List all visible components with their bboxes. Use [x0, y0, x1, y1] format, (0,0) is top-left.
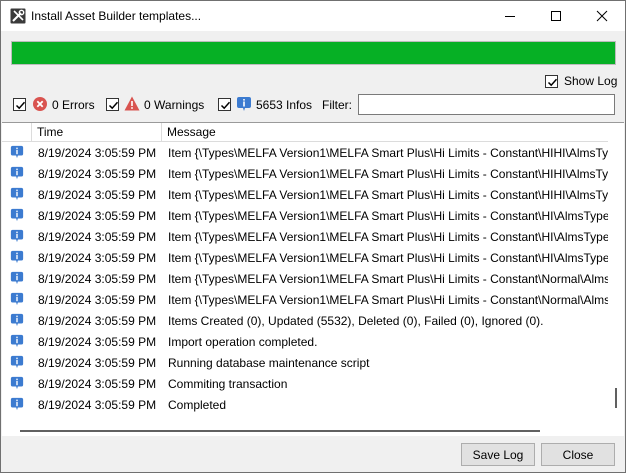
info-icon [10, 145, 24, 159]
log-row[interactable]: 8/19/2024 3:05:59 PM Item {\Types\MELFA V… [2, 226, 608, 247]
info-icon [10, 187, 24, 201]
log-row[interactable]: 8/19/2024 3:05:59 PM Item {\Types\MELFA V… [2, 247, 608, 268]
log-grid[interactable]: Time Message 8/19/2024 3:05:59 PM Item {\… [2, 122, 624, 436]
info-icon [10, 355, 24, 369]
log-time: 8/19/2024 3:05:59 PM [38, 167, 157, 181]
filter-input[interactable] [358, 94, 615, 115]
close-window-button[interactable] [579, 1, 625, 31]
log-message: Item {\Types\MELFA Version1\MELFA Smart … [168, 188, 608, 202]
horizontal-scrollbar-thumb[interactable] [20, 430, 540, 432]
log-time: 8/19/2024 3:05:59 PM [38, 272, 157, 286]
log-row[interactable]: 8/19/2024 3:05:59 PM Import operation com… [2, 331, 608, 352]
warnings-checkbox[interactable] [106, 98, 119, 111]
log-time: 8/19/2024 3:05:59 PM [38, 188, 157, 202]
log-message: Item {\Types\MELFA Version1\MELFA Smart … [168, 167, 608, 181]
warning-icon [124, 96, 140, 111]
info-icon [10, 292, 24, 306]
checkmark-icon [547, 78, 558, 87]
warnings-label[interactable]: 0 Warnings [144, 98, 204, 112]
info-icon [10, 313, 24, 327]
log-message: Items Created (0), Updated (5532), Delet… [168, 314, 544, 328]
log-row[interactable]: 8/19/2024 3:05:59 PM Item {\Types\MELFA V… [2, 163, 608, 184]
log-row[interactable]: 8/19/2024 3:05:59 PM Item {\Types\MELFA V… [2, 142, 608, 163]
close-button[interactable]: Close [541, 443, 615, 466]
log-time: 8/19/2024 3:05:59 PM [38, 251, 157, 265]
installer-window: Install Asset Builder templates... Show … [0, 0, 626, 473]
column-header-time[interactable]: Time [32, 123, 162, 141]
log-time: 8/19/2024 3:05:59 PM [38, 314, 157, 328]
minimize-button[interactable] [487, 1, 533, 31]
infos-label[interactable]: 5653 Infos [256, 98, 312, 112]
errors-checkbox[interactable] [13, 98, 26, 111]
filter-label: Filter: [322, 98, 352, 112]
log-row[interactable]: 8/19/2024 3:05:59 PM Completed [2, 394, 608, 415]
log-message: Completed [168, 398, 227, 412]
log-time: 8/19/2024 3:05:59 PM [38, 146, 157, 160]
info-icon [236, 96, 252, 112]
info-icon [10, 376, 24, 390]
log-message: Item {\Types\MELFA Version1\MELFA Smart … [168, 251, 608, 265]
log-time: 8/19/2024 3:05:59 PM [38, 398, 157, 412]
log-time: 8/19/2024 3:05:59 PM [38, 230, 157, 244]
info-icon [10, 334, 24, 348]
log-message: Running database maintenance script [168, 356, 370, 370]
checkmark-icon [108, 101, 119, 110]
close-icon [596, 10, 608, 22]
log-rows: 8/19/2024 3:05:59 PM Item {\Types\MELFA V… [2, 142, 608, 432]
log-row[interactable]: 8/19/2024 3:05:59 PM Commiting transactio… [2, 373, 608, 394]
log-time: 8/19/2024 3:05:59 PM [38, 293, 157, 307]
column-header-icon[interactable] [2, 123, 32, 141]
progress-bar [11, 41, 616, 65]
log-message: Commiting transaction [168, 377, 288, 391]
checkmark-icon [15, 101, 26, 110]
maximize-button[interactable] [533, 1, 579, 31]
log-row[interactable]: 8/19/2024 3:05:59 PM Item {\Types\MELFA V… [2, 289, 608, 310]
log-row[interactable]: 8/19/2024 3:05:59 PM Items Created (0), U… [2, 310, 608, 331]
log-row[interactable]: 8/19/2024 3:05:59 PM Item {\Types\MELFA V… [2, 205, 608, 226]
minimize-icon [505, 16, 515, 17]
log-row[interactable]: 8/19/2024 3:05:59 PM Item {\Types\MELFA V… [2, 184, 608, 205]
info-icon [10, 250, 24, 264]
checkmark-icon [220, 101, 231, 110]
grid-header: Time Message [2, 123, 608, 142]
log-message: Item {\Types\MELFA Version1\MELFA Smart … [168, 293, 608, 307]
info-icon [10, 166, 24, 180]
error-icon [33, 97, 47, 111]
log-time: 8/19/2024 3:05:59 PM [38, 209, 157, 223]
infos-checkbox[interactable] [218, 98, 231, 111]
log-message: Item {\Types\MELFA Version1\MELFA Smart … [168, 146, 608, 160]
log-time: 8/19/2024 3:05:59 PM [38, 356, 157, 370]
log-message: Import operation completed. [168, 335, 318, 349]
log-message: Item {\Types\MELFA Version1\MELFA Smart … [168, 230, 608, 244]
log-message: Item {\Types\MELFA Version1\MELFA Smart … [168, 209, 608, 223]
show-log-checkbox[interactable] [545, 75, 558, 88]
title-bar[interactable]: Install Asset Builder templates... [1, 1, 625, 31]
tools-app-icon [10, 8, 26, 24]
save-log-button[interactable]: Save Log [461, 443, 535, 466]
show-log-label[interactable]: Show Log [564, 74, 617, 88]
errors-label[interactable]: 0 Errors [52, 98, 95, 112]
column-header-message[interactable]: Message [162, 123, 608, 141]
info-icon [10, 208, 24, 222]
log-time: 8/19/2024 3:05:59 PM [38, 335, 157, 349]
log-row[interactable]: 8/19/2024 3:05:59 PM Running database mai… [2, 352, 608, 373]
progress-fill [12, 42, 615, 64]
log-row[interactable]: 8/19/2024 3:05:59 PM Item {\Types\MELFA V… [2, 268, 608, 289]
info-icon [10, 229, 24, 243]
log-time: 8/19/2024 3:05:59 PM [38, 377, 157, 391]
maximize-icon [551, 11, 561, 21]
window-title: Install Asset Builder templates... [31, 9, 202, 23]
log-message: Item {\Types\MELFA Version1\MELFA Smart … [168, 272, 608, 286]
info-icon [10, 397, 24, 411]
vertical-scrollbar-thumb[interactable] [615, 388, 617, 408]
info-icon [10, 271, 24, 285]
